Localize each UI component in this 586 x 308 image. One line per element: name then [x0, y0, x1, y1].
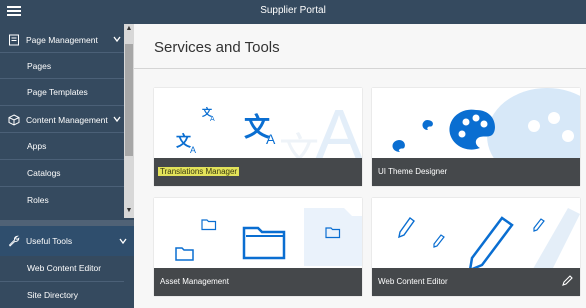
tile-footer: Translations Manager [154, 158, 362, 186]
tile-label: Web Content Editor [378, 277, 448, 286]
tile-footer: UI Theme Designer [372, 158, 580, 186]
sidebar-item-label: Catalogs [27, 168, 61, 178]
svg-text:A: A [266, 131, 276, 147]
sidebar-item-web-content-editor[interactable]: Web Content Editor [0, 255, 124, 281]
sidebar-item-label: Page Templates [27, 87, 88, 97]
tile-label: UI Theme Designer [378, 167, 448, 176]
sidebar-item-site-directory[interactable]: Site Directory [0, 282, 124, 308]
sidebar-group-page-management[interactable]: Page Management [0, 26, 124, 54]
tile-web-content-editor[interactable]: Web Content Editor [372, 198, 580, 296]
svg-text:A: A [210, 116, 215, 123]
page-title: Services and Tools [154, 39, 280, 56]
tile-ui-theme-designer[interactable]: UI Theme Designer [372, 88, 580, 186]
sidebar-group-label: Useful Tools [26, 236, 73, 246]
sidebar-item-apps[interactable]: Apps [0, 133, 124, 159]
divider [134, 68, 586, 69]
chevron-down-icon [119, 238, 127, 245]
sidebar-item-label: Site Directory [27, 290, 79, 300]
app-title: Supplier Portal [260, 5, 326, 16]
wrench-icon [8, 235, 20, 247]
scroll-down-arrow-icon[interactable]: ▼ [125, 206, 133, 216]
sidebar-group-label: Content Management [26, 115, 108, 125]
svg-text:A: A [190, 145, 196, 155]
main-content: Services and Tools A 文 文 A 文 A 文 A Trans… [134, 24, 586, 308]
sidebar: Page Management Pages Page Templates Con… [0, 24, 134, 308]
cube-icon [8, 114, 20, 126]
page-icon [9, 34, 19, 46]
scroll-up-arrow-icon[interactable]: ▲ [125, 24, 133, 34]
shell-header: Supplier Portal [0, 0, 586, 24]
sidebar-item-roles[interactable]: Roles [0, 187, 124, 213]
sidebar-group-content-management[interactable]: Content Management [0, 106, 124, 134]
tile-label: Asset Management [160, 277, 229, 286]
tile-translations-manager[interactable]: A 文 文 A 文 A 文 A Translations Manager [154, 88, 362, 186]
sidebar-item-pages[interactable]: Pages [0, 53, 124, 79]
scrollbar-thumb[interactable] [125, 44, 133, 156]
sidebar-item-label: Apps [27, 141, 47, 151]
sidebar-item-label: Web Content Editor [27, 263, 102, 273]
tile-label: Translations Manager [158, 167, 240, 176]
sidebar-item-page-templates[interactable]: Page Templates [0, 79, 124, 105]
chevron-down-icon [113, 116, 121, 123]
sidebar-item-catalogs[interactable]: Catalogs [0, 160, 124, 186]
sidebar-group-useful-tools[interactable]: Useful Tools [0, 226, 134, 256]
tile-asset-management[interactable]: Asset Management [154, 198, 362, 296]
edit-icon[interactable] [560, 274, 574, 288]
tile-footer: Web Content Editor [372, 268, 580, 296]
sidebar-item-label: Roles [27, 195, 49, 205]
sidebar-item-label: Pages [27, 61, 52, 71]
chevron-down-icon [113, 36, 121, 43]
tile-footer: Asset Management [154, 268, 362, 296]
sidebar-group-label: Page Management [26, 35, 98, 45]
